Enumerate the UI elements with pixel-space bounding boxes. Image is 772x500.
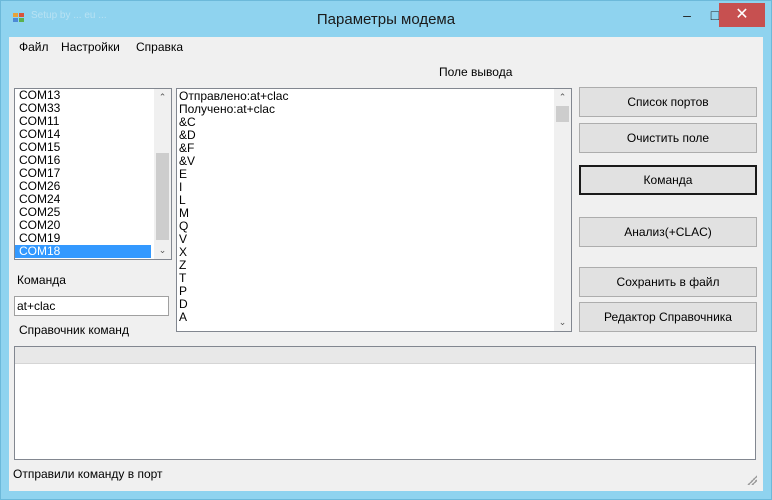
output-line: L (179, 193, 186, 207)
save-button[interactable]: Сохранить в файл (579, 267, 757, 297)
command-input[interactable]: at+clac (14, 296, 169, 316)
menu-help[interactable]: Справка (136, 40, 183, 54)
output-line: T (179, 271, 187, 285)
output-line: E (179, 167, 188, 181)
output-line: &C (179, 115, 196, 129)
port-list-scrollbar[interactable]: ⌃ ⌄ (154, 89, 171, 259)
chevron-down-icon[interactable]: ⌄ (154, 242, 171, 259)
output-line: P (179, 284, 188, 298)
app-window: Setup by ... eu ... Параметры модема – □… (0, 0, 772, 500)
command-button[interactable]: Команда (579, 165, 757, 195)
output-label: Поле вывода (439, 65, 513, 79)
output-line: D (179, 297, 188, 311)
scroll-thumb[interactable] (156, 153, 169, 240)
close-button[interactable]: ✕ (719, 3, 765, 27)
output-line: &D (179, 128, 196, 142)
port-list-button[interactable]: Список портов (579, 87, 757, 117)
output-line: &V (179, 154, 196, 168)
chevron-up-icon[interactable]: ⌃ (554, 89, 571, 106)
editor-button[interactable]: Редактор Справочника (579, 302, 757, 332)
port-item[interactable]: COM18 (15, 245, 151, 258)
table-header (15, 347, 755, 364)
menu-file[interactable]: Файл (19, 40, 49, 54)
output-line: M (179, 206, 189, 220)
command-label: Команда (17, 273, 66, 287)
clear-button[interactable]: Очистить поле (579, 123, 757, 153)
output-scrollbar[interactable]: ⌃ ⌄ (554, 89, 571, 331)
client-area: Файл Настройки Справка Поле вывода COM13… (9, 37, 763, 491)
minimize-button[interactable]: – (673, 5, 701, 27)
output-line: Z (179, 258, 187, 272)
output-line: &F (179, 141, 195, 155)
output-line: A (179, 310, 188, 324)
status-text: Отправили команду в порт (13, 467, 163, 481)
output-field[interactable]: Отправлено:at+clac Получено:at+clac &C &D &F… (176, 88, 572, 332)
output-line: Q (179, 219, 189, 233)
output-line: X (179, 245, 188, 259)
output-line: V (179, 232, 188, 246)
chevron-up-icon[interactable]: ⌃ (154, 89, 171, 106)
reference-table[interactable] (14, 346, 756, 460)
resize-grip[interactable] (747, 475, 757, 485)
chevron-down-icon[interactable]: ⌄ (554, 314, 571, 331)
window-title: Параметры модема (316, 11, 456, 28)
title-bar[interactable]: Setup by ... eu ... Параметры модема – □… (1, 1, 771, 37)
scroll-thumb[interactable] (556, 106, 569, 122)
menu-settings[interactable]: Настройки (61, 40, 120, 54)
reference-label: Справочник команд (19, 323, 129, 337)
output-line: Получено:at+clac (179, 102, 275, 116)
port-list[interactable]: COM13 COM33 COM11 COM14 COM15 COM16 COM17 COM26… (14, 88, 172, 260)
menu-bar: Файл Настройки Справка (9, 37, 763, 57)
analyze-button[interactable]: Анализ(+CLAC) (579, 217, 757, 247)
output-line: I (179, 180, 183, 194)
